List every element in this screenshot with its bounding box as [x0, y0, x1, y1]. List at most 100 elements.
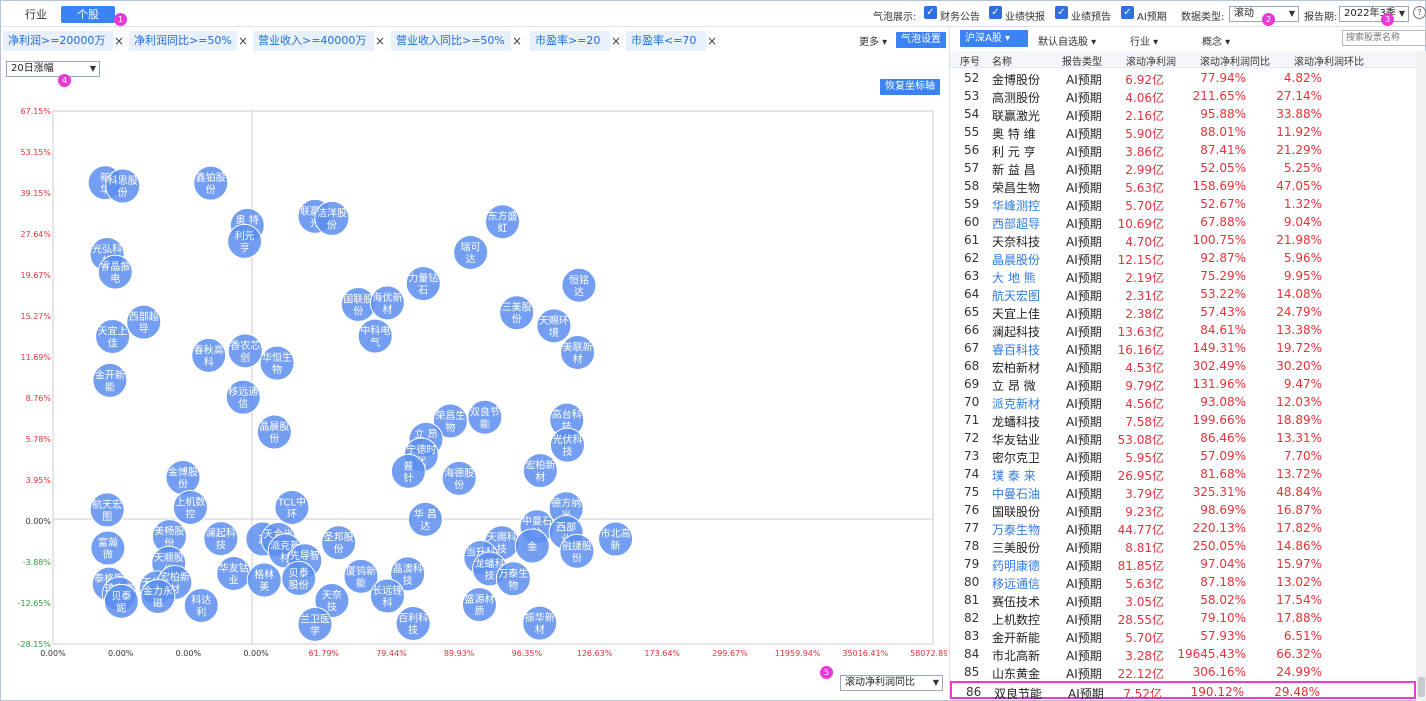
bubble-point[interactable]: 华友钴业 — [216, 555, 252, 591]
group-select-concept[interactable]: 概念 ▾ — [1202, 33, 1230, 48]
stock-search-input[interactable] — [1342, 30, 1426, 46]
x-metric-select[interactable]: 滚动净利润同比 ▼ — [840, 675, 943, 691]
table-row[interactable]: 84 市北高新 AI预期 3.28亿 19645.43% 66.32% — [950, 645, 1416, 663]
bubble-point[interactable]: 万泰生物 — [495, 561, 531, 597]
tab-stock[interactable]: 个股 — [61, 6, 115, 23]
checkbox-express-report[interactable]: ✓ — [989, 6, 1002, 19]
bubble-point[interactable]: 金力永磁 — [140, 578, 176, 614]
table-row[interactable]: 81 赛伍技术 AI预期 3.05亿 58.02% 17.54% — [950, 591, 1416, 609]
col-header-rolling-profit-yoy[interactable]: 滚动净利润同比 — [1200, 53, 1270, 68]
table-row[interactable]: 52 金博股份 AI预期 6.92亿 77.94% 4.82% — [950, 69, 1416, 87]
table-row[interactable]: 65 天宜上佳 AI预期 2.38亿 57.43% 24.79% — [950, 303, 1416, 321]
bubble-point[interactable]: 华恒生物 — [259, 345, 295, 381]
market-select[interactable]: 沪深A股 ▾ — [960, 30, 1028, 47]
table-row[interactable]: 76 国联股份 AI预期 9.23亿 98.69% 16.87% — [950, 501, 1416, 519]
group-select-industry[interactable]: 行业 ▾ — [1130, 33, 1158, 48]
col-header-seq[interactable]: 序号 — [960, 53, 980, 68]
more-button[interactable]: 更多 ▾ — [859, 33, 887, 48]
close-icon[interactable]: × — [510, 31, 524, 51]
bubble-point[interactable]: 鑫铂股份 — [193, 165, 229, 201]
bubble-point[interactable]: 振华新材 — [522, 605, 558, 641]
table-row[interactable]: 61 天奈科技 AI预期 4.70亿 100.75% 21.98% — [950, 231, 1416, 249]
bubble-point[interactable]: 香农芯创 — [227, 333, 263, 369]
table-row[interactable]: 62 晶晨股份 AI预期 12.15亿 92.87% 5.96% — [950, 249, 1416, 267]
bubble-point[interactable]: 海德股份 — [441, 460, 477, 496]
table-row[interactable]: 80 移远通信 AI预期 5.63亿 87.18% 13.02% — [950, 573, 1416, 591]
checkbox-ai-expect[interactable]: ✓ — [1121, 6, 1134, 19]
table-row[interactable]: 85 山东黄金 AI预期 22.12亿 306.16% 24.99% — [950, 663, 1416, 681]
close-icon[interactable]: × — [112, 31, 126, 51]
bubble-point[interactable]: 上机数控 — [172, 489, 208, 525]
report-period-select[interactable]: 2022年3季 ▼ — [1339, 6, 1409, 22]
table-row[interactable]: 71 龙蟠科技 AI预期 7.58亿 199.66% 18.89% — [950, 411, 1416, 429]
bubble-point[interactable]: 普针 — [390, 453, 426, 489]
bubble-point[interactable]: 科达利 — [183, 587, 219, 623]
bubble-point[interactable]: 富瀚微 — [90, 530, 126, 566]
bubble-point[interactable]: 美联新材 — [560, 334, 596, 370]
scroll-thumb[interactable] — [1418, 677, 1425, 697]
bubble-point[interactable]: 航天宏图 — [89, 492, 125, 528]
bubble-point[interactable]: 格林美 — [246, 562, 282, 598]
table-row[interactable]: 64 航天宏图 AI预期 2.31亿 53.22% 14.08% — [950, 285, 1416, 303]
col-header-type[interactable]: 报告类型 — [1062, 53, 1102, 68]
bubble-point[interactable]: 洁洋股份 — [314, 200, 350, 236]
table-row[interactable]: 82 上机数控 AI预期 28.55亿 79.10% 17.88% — [950, 609, 1416, 627]
bubble-point[interactable]: 金开新能 — [92, 362, 128, 398]
bubble-point[interactable]: 兰卫医学 — [297, 606, 333, 642]
table-row[interactable]: 75 中曼石油 AI预期 3.79亿 325.31% 48.84% — [950, 483, 1416, 501]
close-icon[interactable]: × — [609, 31, 623, 51]
table-row[interactable]: 78 三美股份 AI预期 8.81亿 250.05% 14.86% — [950, 537, 1416, 555]
bubble-settings-button[interactable]: 气泡设置 — [896, 32, 946, 48]
table-row[interactable]: 57 新 益 昌 AI预期 2.99亿 52.05% 5.25% — [950, 159, 1416, 177]
bubble-point[interactable]: 三美股份 — [499, 295, 535, 331]
bubble-point[interactable]: 利元亨 — [227, 223, 263, 259]
table-row[interactable]: 60 西部超导 AI预期 10.69亿 67.88% 9.04% — [950, 213, 1416, 231]
table-row[interactable]: 72 华友钴业 AI预期 53.08亿 86.46% 13.31% — [950, 429, 1416, 447]
table-row[interactable]: 55 奥 特 维 AI预期 5.90亿 88.01% 11.92% — [950, 123, 1416, 141]
bubble-point[interactable]: 贝泰妮 — [103, 583, 139, 619]
table-row[interactable]: 58 荣昌生物 AI预期 5.63亿 158.69% 47.05% — [950, 177, 1416, 195]
bubble-point[interactable]: 金博股份 — [165, 460, 201, 496]
bubble-point[interactable]: 西部超导 — [126, 304, 162, 340]
close-icon[interactable]: × — [373, 31, 387, 51]
table-row[interactable]: 86 双良节能 AI预期 7.52亿 190.12% 29.48% — [950, 681, 1416, 701]
bubble-point[interactable]: 恒铭达 — [561, 267, 597, 303]
bubble-point[interactable]: 贝泰股份 — [281, 560, 317, 596]
bubble-point[interactable]: 金 — [514, 528, 550, 564]
bubble-point[interactable]: 瑞可达 — [453, 234, 489, 270]
tab-industry[interactable]: 行业 — [13, 6, 59, 23]
group-select-watchlist[interactable]: 默认自选股 ▾ — [1038, 33, 1096, 48]
table-row[interactable]: 54 联赢激光 AI预期 2.16亿 95.88% 33.88% — [950, 105, 1416, 123]
checkbox-financial-report[interactable]: ✓ — [924, 6, 937, 19]
bubble-point[interactable]: 春秋高科 — [191, 337, 227, 373]
reset-axis-button[interactable]: 恢复坐标轴 — [880, 79, 940, 95]
table-row[interactable]: 70 派克新材 AI预期 4.56亿 93.08% 12.03% — [950, 393, 1416, 411]
bubble-point[interactable]: 宏柏新材 — [522, 453, 558, 489]
table-row[interactable]: 63 大 地 熊 AI预期 2.19亿 75.29% 9.95% — [950, 267, 1416, 285]
table-row[interactable]: 79 药明康德 AI预期 81.85亿 97.04% 15.97% — [950, 555, 1416, 573]
bubble-point[interactable]: 百利科技 — [395, 606, 431, 641]
table-row[interactable]: 73 密尔克卫 AI预期 5.95亿 57.09% 7.70% — [950, 447, 1416, 465]
checkbox-forecast[interactable]: ✓ — [1055, 6, 1068, 19]
bubble-point[interactable]: 澜起科技 — [203, 521, 239, 557]
table-row[interactable]: 59 华峰测控 AI预期 5.70亿 52.67% 1.32% — [950, 195, 1416, 213]
col-header-rolling-profit-qoq[interactable]: 滚动净利润环比 — [1294, 53, 1364, 68]
bubble-point[interactable]: 盛源材质 — [461, 587, 497, 623]
bubble-point[interactable]: 长远锂科 — [369, 578, 405, 614]
table-row[interactable]: 67 睿百科技 AI预期 16.16亿 149.31% 19.72% — [950, 339, 1416, 357]
table-row[interactable]: 66 澜起科技 AI预期 13.63亿 84.61% 13.38% — [950, 321, 1416, 339]
bubble-point[interactable]: 双良节能 — [467, 399, 503, 435]
table-row[interactable]: 83 金开新能 AI预期 5.70亿 57.93% 6.51% — [950, 627, 1416, 645]
bubble-point[interactable]: 睿晶振电 — [97, 254, 133, 290]
bubble-point[interactable]: 中科电气 — [357, 318, 393, 354]
bubble-point[interactable]: TCL中环 — [274, 489, 310, 525]
question-icon[interactable]: ? — [1413, 6, 1426, 19]
bubble-point[interactable]: 华 昌达 — [407, 501, 443, 537]
table-row[interactable]: 68 宏柏新材 AI预期 4.53亿 302.49% 30.20% — [950, 357, 1416, 375]
bubble-point[interactable]: 市北高新 — [598, 521, 634, 557]
bubble-point[interactable]: 移远通信 — [225, 379, 261, 415]
table-row[interactable]: 56 利 元 亨 AI预期 3.86亿 87.41% 21.29% — [950, 141, 1416, 159]
bubble-point[interactable]: 东方盛虹 — [484, 204, 520, 240]
close-icon[interactable]: × — [236, 31, 250, 51]
close-icon[interactable]: × — [705, 31, 719, 51]
